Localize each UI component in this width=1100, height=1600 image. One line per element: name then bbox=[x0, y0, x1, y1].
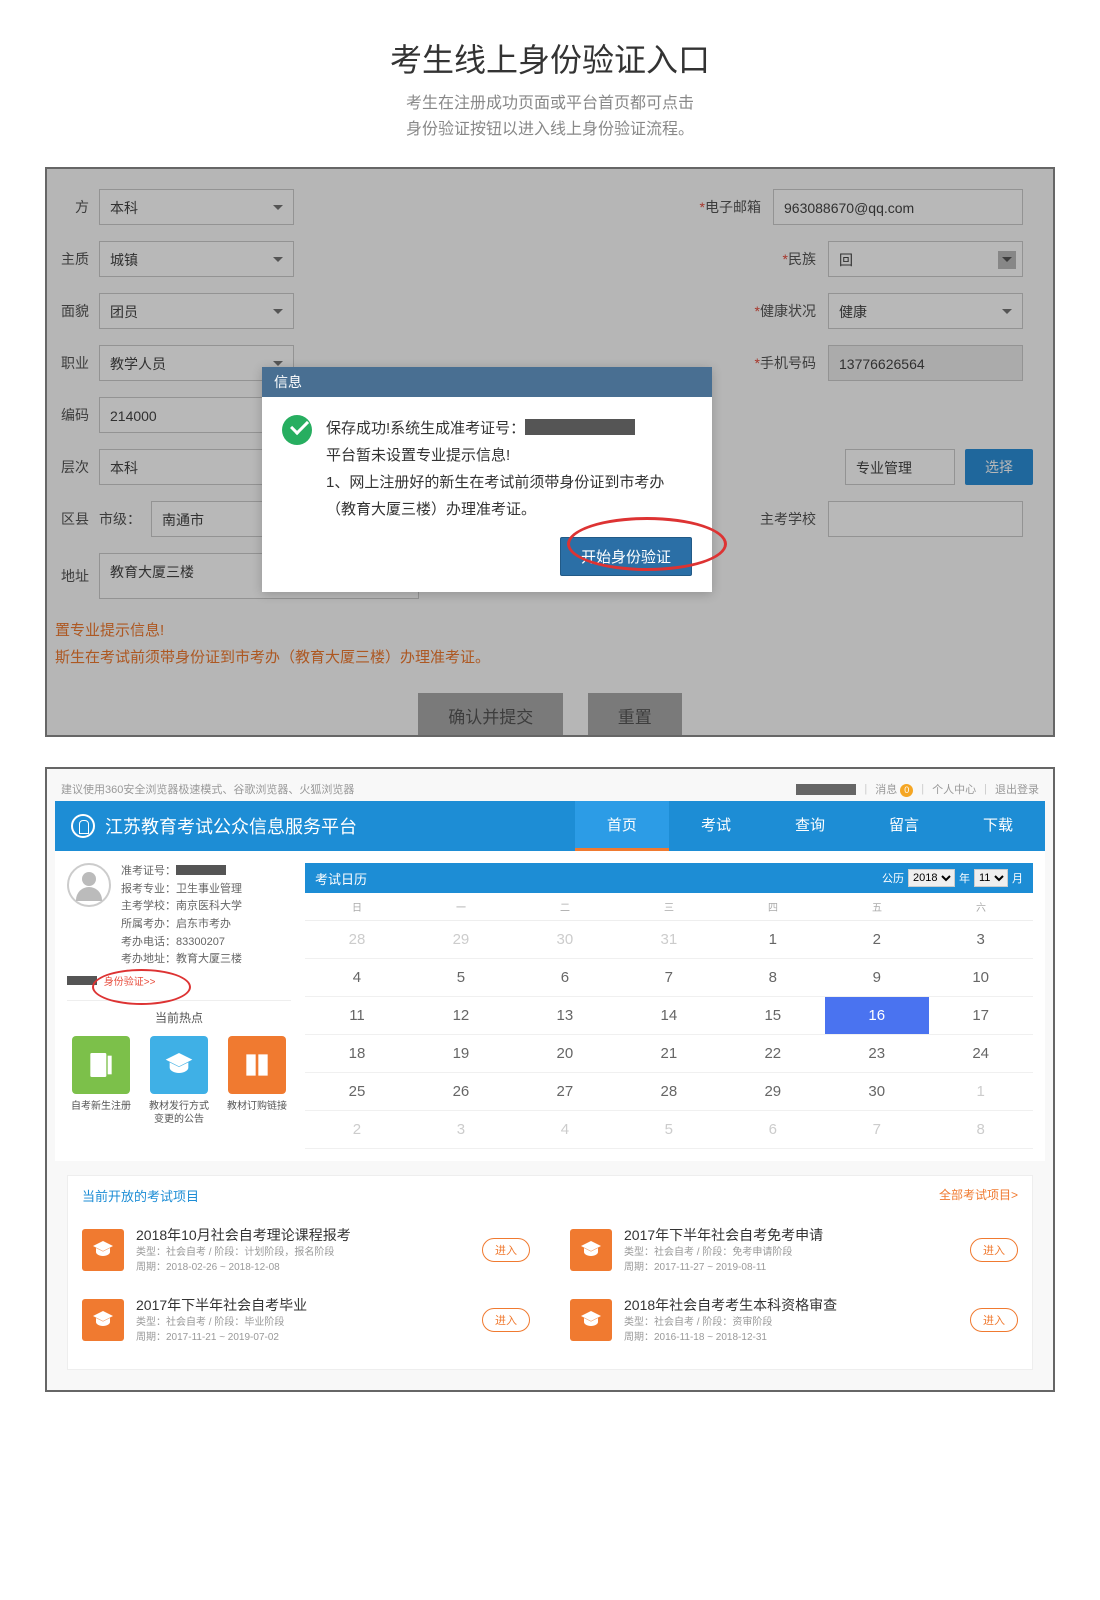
cal-day[interactable]: 1 bbox=[721, 921, 825, 959]
cal-day[interactable]: 6 bbox=[513, 959, 617, 997]
cal-day[interactable]: 13 bbox=[513, 997, 617, 1035]
cal-day[interactable]: 15 bbox=[721, 997, 825, 1035]
verify-link[interactable]: 身份验证>> bbox=[104, 977, 156, 988]
browser-tip: 建议使用360安全浏览器极速模式、谷歌浏览器、火狐浏览器 bbox=[61, 781, 354, 797]
cal-day[interactable]: 1 bbox=[929, 1073, 1033, 1111]
page-subtitle: 考生在注册成功页面或平台首页都可点击身份验证按钮以进入线上身份验证流程。 bbox=[0, 91, 1100, 142]
cal-day[interactable]: 5 bbox=[409, 959, 513, 997]
cap-icon bbox=[150, 1036, 208, 1094]
nav-item-3[interactable]: 留言 bbox=[857, 801, 951, 851]
hot-card-register[interactable]: 自考新生注册 bbox=[67, 1036, 135, 1126]
cap-icon bbox=[82, 1229, 124, 1271]
cal-day[interactable]: 18 bbox=[305, 1035, 409, 1073]
proj-item: 2018年社会自考考生本科资格审查类型：社会自考 / 阶段：资审阶段周期：201… bbox=[570, 1285, 1018, 1355]
cal-day[interactable]: 2 bbox=[305, 1111, 409, 1149]
cal-day[interactable]: 5 bbox=[617, 1111, 721, 1149]
page-title: 考生线上身份验证入口 bbox=[0, 0, 1100, 91]
proj-item: 2018年10月社会自考理论课程报考类型：社会自考 / 阶段：计划阶段，报名阶段… bbox=[82, 1215, 530, 1285]
cal-day[interactable]: 16 bbox=[825, 997, 929, 1035]
enter-button[interactable]: 进入 bbox=[970, 1308, 1018, 1332]
cal-day[interactable]: 19 bbox=[409, 1035, 513, 1073]
proj-item: 2017年下半年社会自考毕业类型：社会自考 / 阶段：毕业阶段周期：2017-1… bbox=[82, 1285, 530, 1355]
cal-title: 考试日历 bbox=[315, 869, 367, 888]
proj-all-link[interactable]: 全部考试项目> bbox=[939, 1186, 1018, 1205]
cal-day[interactable]: 28 bbox=[305, 921, 409, 959]
nav-item-0[interactable]: 首页 bbox=[575, 801, 669, 851]
topbar-center[interactable]: 个人中心 bbox=[932, 781, 976, 797]
cal-day[interactable]: 31 bbox=[617, 921, 721, 959]
screenshot-registration-modal: 方 本科 *电子邮箱 963088670@qq.com 主质 城镇 *民族 回 … bbox=[45, 167, 1055, 737]
cal-day[interactable]: 7 bbox=[825, 1111, 929, 1149]
cal-day[interactable]: 8 bbox=[721, 959, 825, 997]
cal-day[interactable]: 9 bbox=[825, 959, 929, 997]
cap-icon bbox=[82, 1299, 124, 1341]
profile-info: 准考证号： 报考专业：卫生事业管理 主考学校：南京医科大学 所属考办：启东市考办… bbox=[121, 863, 242, 969]
cal-day[interactable]: 30 bbox=[513, 921, 617, 959]
cal-day[interactable]: 8 bbox=[929, 1111, 1033, 1149]
cal-day[interactable]: 10 bbox=[929, 959, 1033, 997]
cal-day[interactable]: 17 bbox=[929, 997, 1033, 1035]
cal-day[interactable]: 24 bbox=[929, 1035, 1033, 1073]
redacted-user bbox=[796, 784, 856, 795]
cal-day[interactable]: 4 bbox=[305, 959, 409, 997]
logo-icon bbox=[71, 814, 95, 838]
cal-day[interactable]: 11 bbox=[305, 997, 409, 1035]
cal-day[interactable]: 3 bbox=[409, 1111, 513, 1149]
cal-day[interactable]: 7 bbox=[617, 959, 721, 997]
cap-icon bbox=[570, 1229, 612, 1271]
enter-button[interactable]: 进入 bbox=[970, 1238, 1018, 1262]
modal-message: 保存成功!系统生成准考证号： 平台暂未设置专业提示信息! 1、网上注册好的新生在… bbox=[326, 415, 692, 523]
avatar bbox=[67, 863, 111, 907]
enter-button[interactable]: 进入 bbox=[482, 1238, 530, 1262]
nav-title: 江苏教育考试公众信息服务平台 bbox=[105, 813, 357, 839]
cal-day[interactable]: 2 bbox=[825, 921, 929, 959]
nav-item-4[interactable]: 下载 bbox=[951, 801, 1045, 851]
hot-card-notice[interactable]: 教材发行方式变更的公告 bbox=[145, 1036, 213, 1126]
modal-dialog: 信息 保存成功!系统生成准考证号： 平台暂未设置专业提示信息! 1、网上注册好的… bbox=[262, 367, 712, 592]
cal-day[interactable]: 27 bbox=[513, 1073, 617, 1111]
cal-day[interactable]: 30 bbox=[825, 1073, 929, 1111]
cal-day[interactable]: 28 bbox=[617, 1073, 721, 1111]
cal-day[interactable]: 23 bbox=[825, 1035, 929, 1073]
cal-day[interactable]: 6 bbox=[721, 1111, 825, 1149]
nav-item-2[interactable]: 查询 bbox=[763, 801, 857, 851]
topbar-logout[interactable]: 退出登录 bbox=[995, 781, 1039, 797]
register-icon bbox=[72, 1036, 130, 1094]
cal-day[interactable]: 20 bbox=[513, 1035, 617, 1073]
proj-item: 2017年下半年社会自考免考申请类型：社会自考 / 阶段：免考申请阶段周期：20… bbox=[570, 1215, 1018, 1285]
cal-day[interactable]: 12 bbox=[409, 997, 513, 1035]
nav-item-1[interactable]: 考试 bbox=[669, 801, 763, 851]
hot-title: 当前热点 bbox=[67, 1001, 291, 1036]
enter-button[interactable]: 进入 bbox=[482, 1308, 530, 1332]
cal-day[interactable]: 4 bbox=[513, 1111, 617, 1149]
cal-day[interactable]: 21 bbox=[617, 1035, 721, 1073]
redacted-id bbox=[525, 419, 635, 435]
hot-card-book[interactable]: 教材订购链接 bbox=[223, 1036, 291, 1126]
proj-title: 当前开放的考试项目 bbox=[82, 1186, 199, 1205]
cal-day[interactable]: 29 bbox=[721, 1073, 825, 1111]
cal-day[interactable]: 29 bbox=[409, 921, 513, 959]
cap-icon bbox=[570, 1299, 612, 1341]
screenshot-homepage: 建议使用360安全浏览器极速模式、谷歌浏览器、火狐浏览器 | 消息 0| 个人中… bbox=[45, 767, 1055, 1392]
cal-day[interactable]: 22 bbox=[721, 1035, 825, 1073]
success-icon bbox=[282, 415, 312, 445]
month-select[interactable]: 11 bbox=[974, 869, 1008, 887]
modal-title: 信息 bbox=[262, 367, 712, 397]
nav-bar: 江苏教育考试公众信息服务平台 首页考试查询留言下载 bbox=[55, 801, 1045, 851]
year-select[interactable]: 2018 bbox=[908, 869, 955, 887]
cal-day[interactable]: 26 bbox=[409, 1073, 513, 1111]
cal-day[interactable]: 25 bbox=[305, 1073, 409, 1111]
start-verify-button[interactable]: 开始身份验证 bbox=[560, 537, 692, 576]
cal-day[interactable]: 14 bbox=[617, 997, 721, 1035]
topbar-msg[interactable]: 消息 0 bbox=[875, 781, 913, 797]
cal-day[interactable]: 3 bbox=[929, 921, 1033, 959]
book-icon bbox=[228, 1036, 286, 1094]
